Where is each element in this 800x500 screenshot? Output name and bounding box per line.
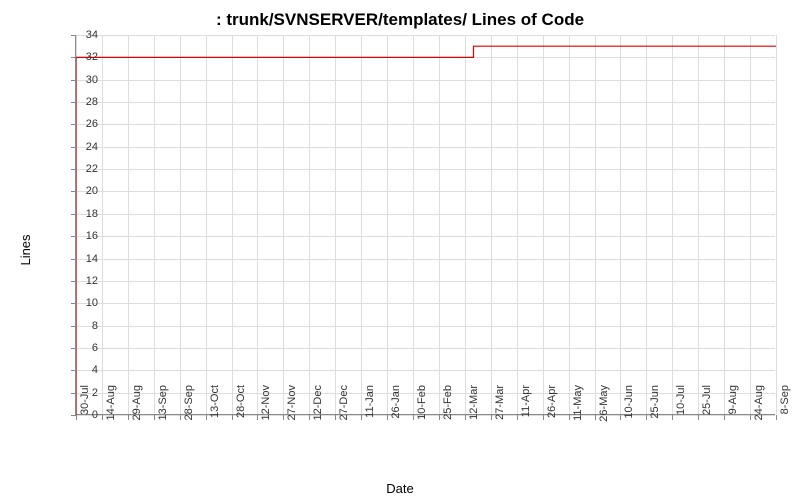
x-tick-label: 28-Sep bbox=[183, 385, 195, 420]
x-tick-label: 12-Dec bbox=[312, 385, 324, 420]
x-tick-label: 11-Apr bbox=[520, 385, 532, 417]
y-axis-label: Lines bbox=[18, 234, 33, 265]
x-tick-mark bbox=[309, 415, 310, 420]
x-tick-label: 8-Sep bbox=[779, 385, 791, 414]
x-tick-label: 9-Aug bbox=[727, 385, 739, 414]
x-tick-mark bbox=[543, 415, 544, 420]
x-tick-label: 11-May bbox=[572, 385, 584, 421]
x-tick-mark bbox=[206, 415, 207, 420]
x-tick-label: 12-Mar bbox=[468, 385, 480, 420]
chart-container: : trunk/SVNSERVER/templates/ Lines of Co… bbox=[0, 0, 800, 500]
y-tick-label: 20 bbox=[68, 185, 98, 197]
x-tick-label: 10-Feb bbox=[416, 385, 428, 420]
x-tick-label: 26-Jan bbox=[390, 385, 402, 419]
x-gridline bbox=[776, 35, 777, 414]
y-tick-label: 10 bbox=[68, 297, 98, 309]
x-tick-mark bbox=[750, 415, 751, 420]
x-tick-mark bbox=[439, 415, 440, 420]
data-line bbox=[76, 46, 776, 415]
x-tick-mark bbox=[595, 415, 596, 420]
x-tick-mark bbox=[128, 415, 129, 420]
x-tick-label: 12-Nov bbox=[260, 385, 272, 420]
x-tick-label: 29-Aug bbox=[131, 385, 143, 420]
x-axis-label: Date bbox=[0, 481, 800, 496]
x-tick-label: 26-Apr bbox=[546, 385, 558, 418]
y-tick-label: 30 bbox=[68, 74, 98, 86]
x-tick-label: 14-Aug bbox=[105, 385, 117, 420]
x-tick-label: 24-Aug bbox=[753, 385, 765, 420]
x-tick-label: 27-Dec bbox=[338, 385, 350, 420]
y-tick-label: 18 bbox=[68, 208, 98, 220]
x-tick-label: 11-Jan bbox=[364, 385, 376, 418]
y-tick-label: 22 bbox=[68, 163, 98, 175]
y-tick-label: 32 bbox=[68, 51, 98, 63]
x-tick-mark bbox=[413, 415, 414, 420]
x-tick-label: 27-Nov bbox=[286, 385, 298, 420]
x-tick-mark bbox=[257, 415, 258, 420]
y-tick-label: 8 bbox=[68, 320, 98, 332]
y-tick-label: 26 bbox=[68, 118, 98, 130]
x-tick-label: 25-Feb bbox=[442, 385, 454, 420]
y-tick-label: 4 bbox=[68, 364, 98, 376]
x-tick-mark bbox=[102, 415, 103, 420]
y-tick-label: 16 bbox=[68, 230, 98, 242]
x-tick-mark bbox=[517, 415, 518, 420]
x-tick-mark bbox=[569, 415, 570, 420]
x-tick-mark bbox=[387, 415, 388, 420]
x-tick-mark bbox=[646, 415, 647, 420]
x-tick-label: 27-Mar bbox=[494, 385, 506, 420]
x-tick-mark bbox=[491, 415, 492, 420]
y-tick-label: 12 bbox=[68, 275, 98, 287]
x-tick-label: 28-Oct bbox=[235, 385, 247, 418]
x-tick-mark bbox=[283, 415, 284, 420]
y-tick-label: 34 bbox=[68, 29, 98, 41]
x-tick-mark bbox=[154, 415, 155, 420]
chart-title: : trunk/SVNSERVER/templates/ Lines of Co… bbox=[0, 10, 800, 30]
y-tick-label: 24 bbox=[68, 141, 98, 153]
x-tick-label: 30-Jul bbox=[79, 385, 91, 415]
x-tick-mark bbox=[620, 415, 621, 420]
y-tick-label: 6 bbox=[68, 342, 98, 354]
x-tick-mark bbox=[361, 415, 362, 420]
x-tick-label: 25-Jul bbox=[701, 385, 713, 415]
plot-area bbox=[75, 35, 775, 415]
x-tick-label: 13-Sep bbox=[157, 385, 169, 420]
x-tick-mark bbox=[465, 415, 466, 420]
x-tick-label: 10-Jul bbox=[675, 385, 687, 415]
x-tick-mark bbox=[698, 415, 699, 420]
x-tick-label: 25-Jun bbox=[649, 385, 661, 419]
x-tick-mark bbox=[776, 415, 777, 420]
x-tick-mark bbox=[180, 415, 181, 420]
x-tick-mark bbox=[335, 415, 336, 420]
x-tick-mark bbox=[232, 415, 233, 420]
y-tick-label: 28 bbox=[68, 96, 98, 108]
x-tick-mark bbox=[672, 415, 673, 420]
x-tick-label: 26-May bbox=[598, 385, 610, 422]
series-svg bbox=[76, 35, 776, 415]
x-tick-mark bbox=[724, 415, 725, 420]
y-tick-label: 14 bbox=[68, 253, 98, 265]
x-tick-label: 13-Oct bbox=[209, 385, 221, 418]
x-tick-label: 10-Jun bbox=[623, 385, 635, 419]
